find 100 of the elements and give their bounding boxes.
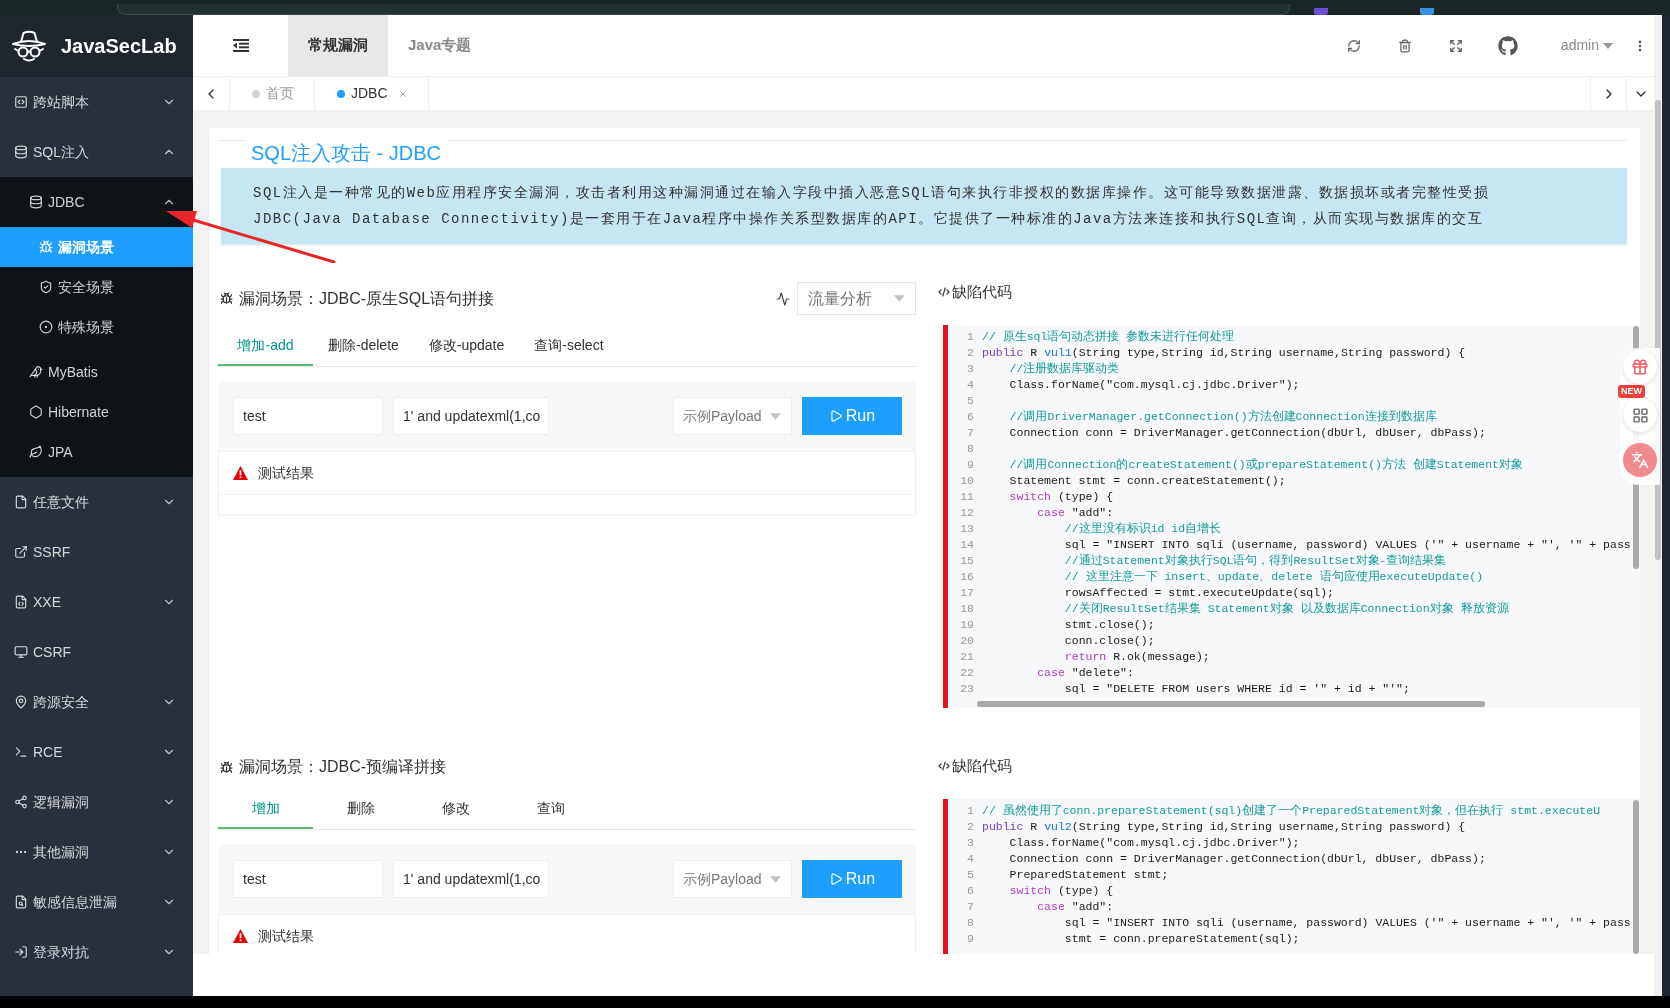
input-field[interactable]: test [233,397,383,435]
horizontal-scrollbar[interactable] [977,701,1485,707]
translate-button[interactable] [1623,443,1657,477]
external-link-icon [14,545,28,559]
gift-button[interactable] [1623,350,1657,384]
close-icon[interactable] [397,88,408,99]
tab[interactable]: 查询 [503,789,598,829]
sidebar-item[interactable]: JPA [0,432,193,472]
sidebar-item[interactable]: 任意文件 [0,477,193,527]
code-icon [938,760,950,772]
code-line: //这里没有标识id id自增长 [1064,521,1222,537]
line-number: 9 [966,931,974,947]
sidebar-item[interactable]: RCE [0,727,193,777]
sidebar-item[interactable]: 特殊场景 [0,307,193,347]
nav-tab[interactable]: 常规漏洞 [288,15,388,76]
sidebar-item[interactable]: JDBC [0,182,193,222]
warning-icon [233,929,248,943]
line-number: 2 [966,345,974,361]
caret-down-icon [770,412,781,420]
code-line: Class.forName("com.mysql.cj.jdbc.Driver"); [1009,377,1300,393]
code-line: Connection conn = DriverManager.getConnection(dbUrl, dbUser, dbPass); [1009,851,1486,867]
section-heading: 缺陷代码 [952,756,1012,776]
sidebar-item[interactable]: 登录对抗 [0,927,193,977]
monitor-icon [14,645,28,659]
line-number: 14 [959,537,974,553]
line-number: 23 [959,681,974,697]
sidebar-item[interactable]: SSRF [0,527,193,577]
sidebar-item[interactable]: 跨源安全 [0,677,193,727]
payload-select[interactable]: 示例Payload [673,397,792,435]
code-line: public R vul1(String type,String id,String username,String password) { [982,345,1466,361]
play-icon [828,409,843,423]
caret-down-icon [1603,42,1613,49]
line-number: 3 [966,835,974,851]
sidebar-item[interactable]: XXE [0,577,193,627]
bird-icon [29,365,43,379]
tab[interactable]: 修改-update [413,326,520,366]
pulse-icon [776,291,790,306]
tab[interactable]: 修改 [408,789,503,829]
nodes-icon [14,795,28,809]
result-label: 测试结果 [258,926,314,946]
gift-icon [1631,358,1649,376]
tab[interactable]: 删除-delete [313,326,414,366]
line-number: 18 [959,601,974,617]
code-line: switch (type) { [1009,489,1114,505]
code-line: // 原生sql语句动态拼接 参数未进行任何处理 [982,329,1235,345]
line-number: 19 [959,617,974,633]
page-tab[interactable]: JDBC [315,77,429,110]
github-icon [1497,35,1518,56]
code-line: rowsAffected = stmt.executeUpdate(sql); [1064,585,1334,601]
code-line: conn.close(); [1064,633,1155,649]
traffic-select[interactable]: 流量分析 [797,282,916,315]
sidebar-item[interactable]: Hibernate [0,392,193,432]
line-number: 7 [966,425,974,441]
caret-down-icon [894,295,905,302]
tab[interactable]: 删除 [313,789,408,829]
sidebar-item[interactable]: MyBatis [0,352,193,392]
spy-logo [11,29,47,63]
line-number: 4 [966,851,974,867]
code-line: //调用DriverManager.getConnection()方法创建Connection连接到数据库 [1009,409,1437,425]
apps-button[interactable] [1623,398,1657,432]
fullscreen-icon [1449,38,1464,53]
shield-check-icon [39,280,53,294]
line-number: 5 [966,393,974,409]
database-icon [29,195,43,209]
code-line: return R.ok(message); [1064,649,1210,665]
sidebar-item[interactable]: 其他漏洞 [0,827,193,877]
extension-icon[interactable] [1420,8,1434,15]
input-field[interactable]: test [233,860,383,898]
grid-icon [1631,406,1649,424]
user-menu-button[interactable]: admin [1533,15,1625,76]
leaf-icon [29,445,43,459]
line-number: 6 [966,883,974,899]
code-line: Connection conn = DriverManager.getConnection(dbUrl, dbUser, dbPass); [1009,425,1486,441]
payload-select[interactable]: 示例Payload [673,860,792,898]
code-line: // 这里注意一下 insert、update、delete 语句应使用executeUpdate() [1064,569,1484,585]
line-number: 2 [966,819,974,835]
vertical-scrollbar[interactable] [1633,800,1639,954]
sidebar-item[interactable]: CSRF [0,627,193,677]
tab[interactable]: 增加-add [218,326,313,366]
line-number: 8 [966,915,974,931]
code-line: stmt.close(); [1064,617,1155,633]
tab[interactable]: 增加 [218,789,313,829]
sidebar-item[interactable]: SQL注入 [0,127,193,177]
code-line: switch (type) { [1009,883,1114,899]
sidebar-item[interactable]: 安全场景 [0,267,193,307]
sidebar-item[interactable]: 敏感信息泄漏 [0,877,193,927]
sidebar-item[interactable]: 跨站脚本 [0,77,193,127]
new-badge: NEW [1618,385,1645,398]
line-number: 15 [959,553,974,569]
intro-text: SQL注入是一种常见的Web应用程序安全漏洞，攻击者利用这种漏洞通过在输入字段中插入恶意SQL语句来执行非授权的数据库操作。这可能导致数据泄露、数据损坏或者完整性受损 [253,184,1491,203]
sidebar-item[interactable]: 逻辑漏洞 [0,777,193,827]
input-field[interactable]: 1' and updatexml(1,co [393,397,549,435]
line-number: 5 [966,867,974,883]
extension-icon[interactable] [1314,8,1328,15]
file-code-icon [14,595,28,609]
tab[interactable]: 查询-select [519,326,619,366]
input-field[interactable]: 1' and updatexml(1,co [393,860,549,898]
line-number: 16 [959,569,974,585]
line-number: 4 [966,377,974,393]
line-number: 1 [966,329,974,345]
